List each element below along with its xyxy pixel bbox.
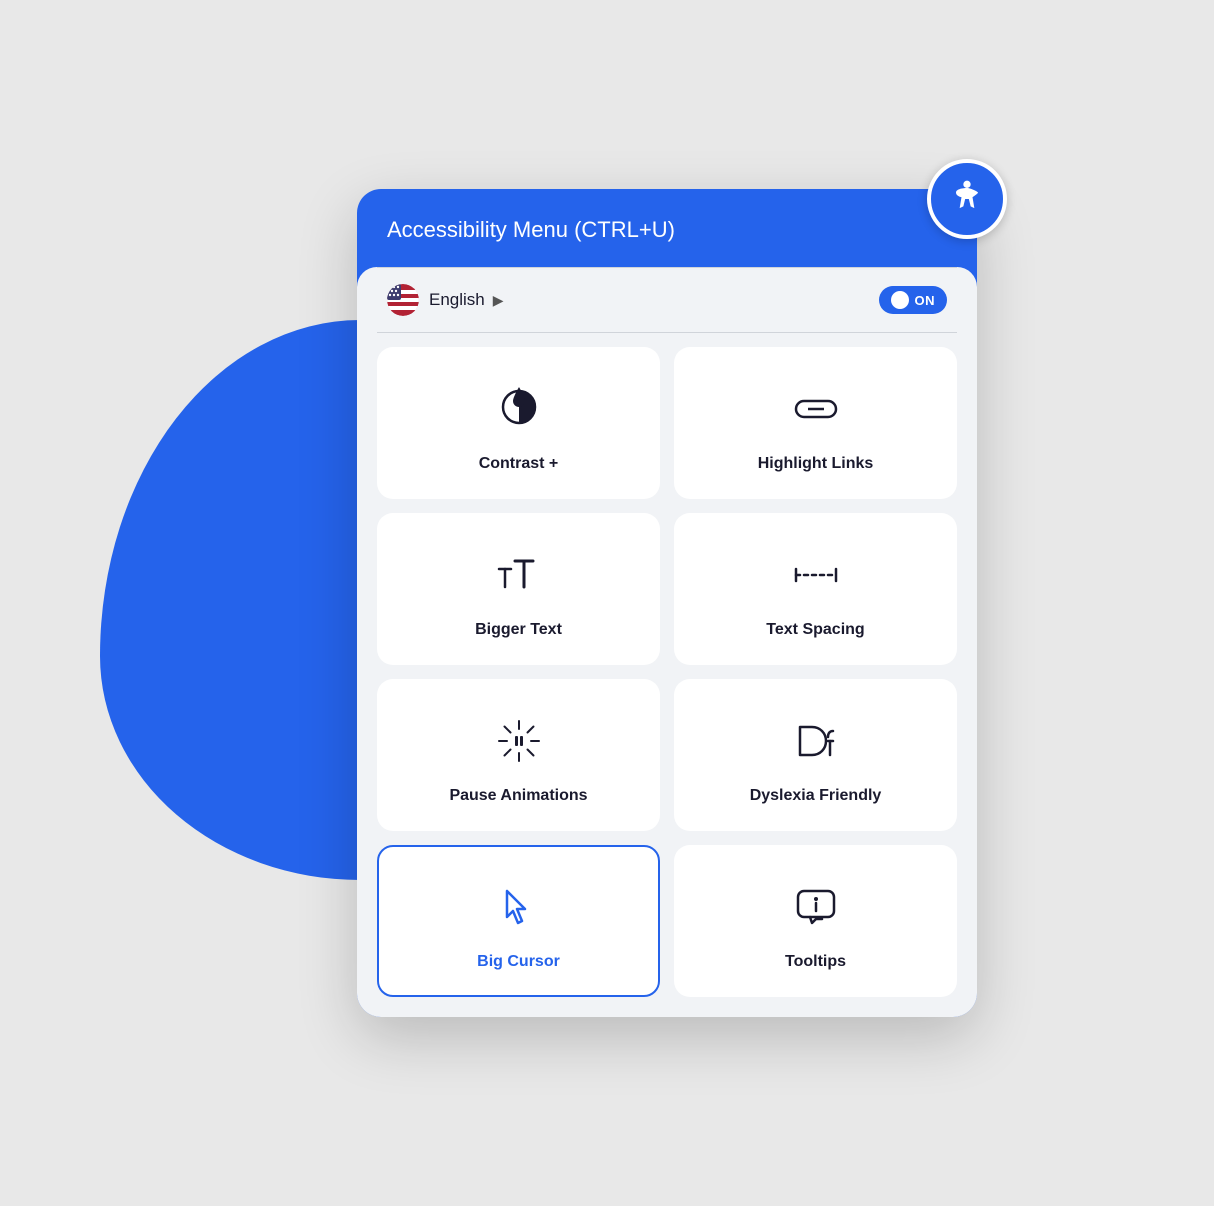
bigger-text-label: Bigger Text [475, 621, 562, 639]
language-label: English [429, 290, 485, 310]
tooltips-label: Tooltips [785, 953, 846, 971]
accessibility-icon [945, 177, 989, 221]
toggle-circle [891, 291, 909, 309]
flag-icon [387, 284, 419, 316]
contrast-card[interactable]: Contrast + [377, 347, 660, 499]
text-spacing-card[interactable]: Text Spacing [674, 513, 957, 665]
dyslexia-card[interactable]: Dyslexia Friendly [674, 679, 957, 831]
big-cursor-label: Big Cursor [477, 953, 560, 971]
pause-animations-label: Pause Animations [449, 787, 587, 805]
panel-body: English ▶ ON [357, 267, 977, 1017]
tooltip-icon [790, 877, 842, 937]
toggle-button[interactable]: ON [879, 286, 948, 314]
bigger-text-card[interactable]: Bigger Text [377, 513, 660, 665]
highlight-links-card[interactable]: Highlight Links [674, 347, 957, 499]
cards-grid: Contrast + Highlight Links [377, 347, 957, 997]
bottom-divider [377, 332, 957, 333]
accessibility-button[interactable] [927, 159, 1007, 239]
text-spacing-label: Text Spacing [766, 621, 864, 639]
panel-title: Accessibility Menu (CTRL+U) [387, 217, 675, 243]
big-cursor-card[interactable]: Big Cursor [377, 845, 660, 997]
spacing-icon [790, 545, 842, 605]
text-size-icon [493, 545, 545, 605]
contrast-icon [493, 379, 545, 439]
us-flag-svg [387, 284, 419, 316]
tooltips-card[interactable]: Tooltips [674, 845, 957, 997]
highlight-links-label: Highlight Links [758, 455, 874, 473]
contrast-label: Contrast + [479, 455, 559, 473]
panel-title-bold: Accessibility Menu [387, 217, 568, 242]
panel-header: Accessibility Menu (CTRL+U) [357, 189, 977, 267]
pause-animations-card[interactable]: Pause Animations [377, 679, 660, 831]
chevron-right-icon: ▶ [493, 292, 504, 309]
panel-title-normal: (CTRL+U) [568, 217, 675, 242]
pause-icon [493, 711, 545, 771]
cursor-icon [493, 877, 545, 937]
language-row[interactable]: English ▶ ON [377, 268, 957, 332]
toggle-label: ON [915, 293, 936, 308]
link-icon [790, 379, 842, 439]
dyslexia-label: Dyslexia Friendly [750, 787, 882, 805]
accessibility-panel: Accessibility Menu (CTRL+U) [357, 189, 977, 1017]
panel-wrapper: Accessibility Menu (CTRL+U) [357, 189, 977, 1017]
dyslexia-icon [790, 711, 842, 771]
